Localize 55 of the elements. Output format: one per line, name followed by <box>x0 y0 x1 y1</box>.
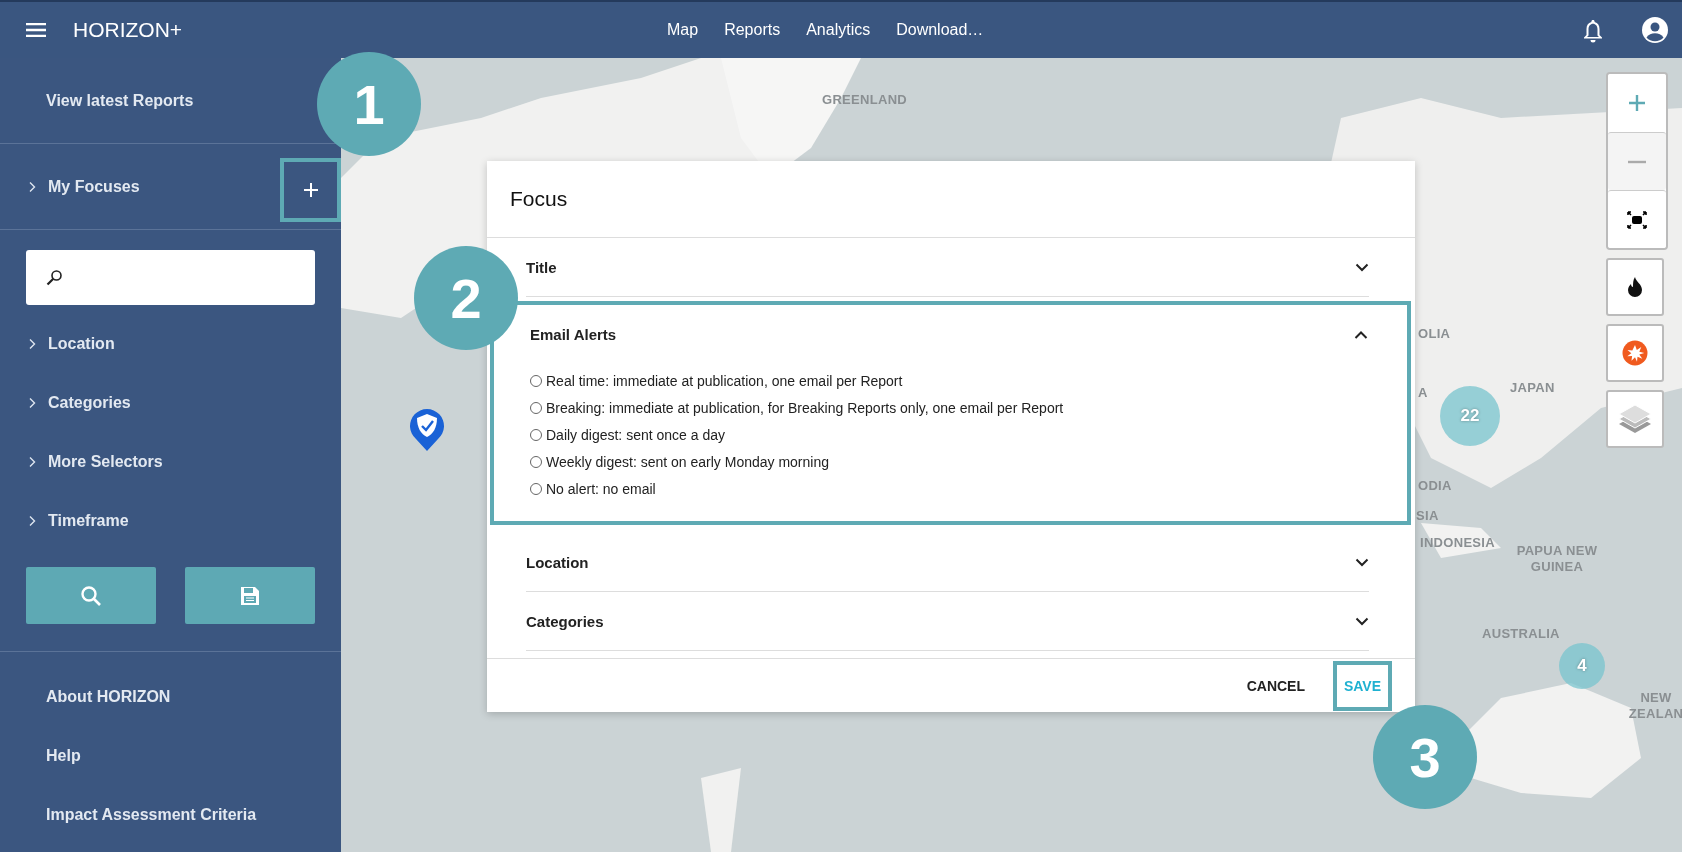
map-label: GREENLAND <box>822 92 908 108</box>
nav-link[interactable]: Map <box>667 21 699 39</box>
account-icon[interactable] <box>1642 17 1668 43</box>
map-label: JAPAN <box>1510 380 1555 396</box>
filter-item[interactable]: More Selectors <box>48 452 163 471</box>
map-label: NEW ZEALAN <box>1628 690 1682 722</box>
sidebar-link[interactable]: View latest Reports <box>46 91 194 110</box>
sidebar-link[interactable]: About HORIZON <box>0 667 341 726</box>
nav-link[interactable]: Analytics <box>806 21 871 39</box>
fit-screen-icon <box>1627 210 1647 229</box>
menu-icon[interactable] <box>26 23 46 37</box>
layers-icon <box>1617 402 1653 436</box>
search-icon <box>46 269 63 286</box>
section-header[interactable]: Categories <box>526 612 604 630</box>
map-label: A <box>1418 385 1428 401</box>
option-label: Daily digest: sent once a day <box>546 427 725 443</box>
minus-icon <box>1628 159 1646 164</box>
plus-icon <box>302 182 319 198</box>
flame-button[interactable] <box>1606 258 1664 316</box>
app-title: HORIZON+ <box>73 18 183 42</box>
filter-item[interactable]: Location <box>48 334 115 353</box>
option-label: Breaking: immediate at publication, for Breaking Reports only, one email per Report <box>546 400 1064 416</box>
map-label: PAPUA NEW GUINEA <box>1515 543 1599 575</box>
map-label: SIA <box>1416 508 1439 524</box>
fit-screen-button[interactable] <box>1608 190 1666 248</box>
explosion-button[interactable] <box>1606 324 1664 382</box>
search-field[interactable] <box>26 250 315 305</box>
option-label: Real time: immediate at publication, one email per Report <box>546 373 903 389</box>
map-label: INDONESIA <box>1420 535 1495 551</box>
option-label: Weekly digest: sent on early Monday morning <box>546 454 829 470</box>
explosion-icon <box>1622 340 1648 366</box>
sidebar-link[interactable]: Impact Assessment Criteria <box>0 785 341 844</box>
map-label: ODIA <box>1418 478 1452 494</box>
nav-link[interactable]: Download… <box>896 21 984 39</box>
search-icon <box>80 584 102 607</box>
cancel-button[interactable]: CANCEL <box>1240 676 1311 695</box>
nav-link[interactable]: Reports <box>724 21 781 39</box>
section-header[interactable]: Location <box>526 553 589 571</box>
notification-bell-icon[interactable] <box>1582 17 1604 43</box>
option-label: No alert: no email <box>546 481 656 497</box>
layers-button[interactable] <box>1606 390 1664 448</box>
add-focus-button[interactable] <box>280 158 341 222</box>
flame-icon <box>1627 277 1643 297</box>
dialog-title: Focus <box>510 187 568 211</box>
filter-item[interactable]: Categories <box>48 393 131 412</box>
sidebar-link[interactable]: Help <box>0 726 341 785</box>
map-label: OLIA <box>1418 326 1451 342</box>
save-button[interactable] <box>185 567 315 624</box>
sidebar-item[interactable]: My Focuses <box>48 177 140 196</box>
map-pin-icon[interactable] <box>408 406 446 452</box>
map-label: AUSTRALIA <box>1482 626 1560 642</box>
section-header[interactable]: Title <box>526 258 557 276</box>
plus-icon <box>1628 94 1646 112</box>
filter-item[interactable]: Timeframe <box>48 511 129 530</box>
section-header[interactable]: Email Alerts <box>530 325 617 343</box>
